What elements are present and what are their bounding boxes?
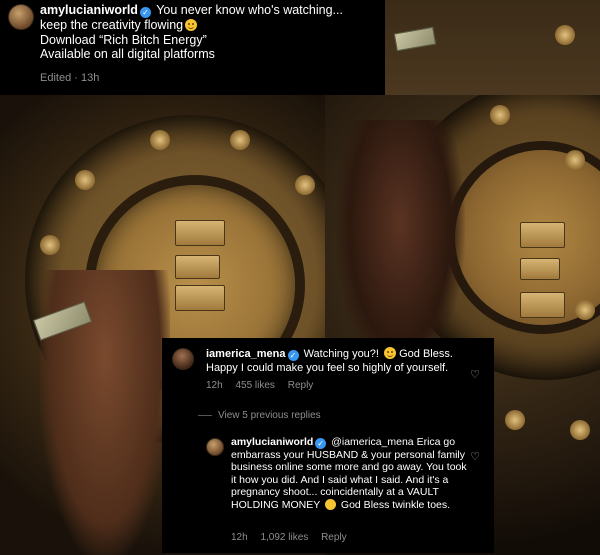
vault-bolt [570,420,590,440]
heart-icon[interactable]: ♡ [470,450,480,463]
vault-bolt [295,175,315,195]
vault-lock-plate [520,258,560,280]
cash-stack [393,26,437,52]
mention-link[interactable]: @iamerica_mena [331,436,413,448]
grinning-sweat-emoji-icon [384,347,397,359]
comment-meta: 12h 1,092 likes Reply [231,532,357,543]
reply-button[interactable]: Reply [288,380,314,391]
caption-line-1: You never know who's watching... [156,3,343,17]
comment-text: iamerica_mena ✓ Watching you?! God Bless.… [206,347,468,375]
verified-badge-icon: ✓ [315,438,327,449]
vault-bolt [555,25,575,45]
comment-text: amylucianiworld ✓ @iamerica_mena Erica go… [231,436,471,511]
vault-bolt [505,410,525,430]
caption-line-3: Download “Rich Bitch Energy” [40,32,207,47]
avatar[interactable] [206,438,224,456]
comment-likes[interactable]: 1,092 likes [260,532,308,543]
comment-time: 12h [231,532,248,543]
vault-bolt [565,150,585,170]
avatar[interactable] [172,348,194,370]
comment-text-part-1: Watching you?! [303,348,379,360]
caption-line-4: Available on all digital platforms [40,47,215,61]
caption-meta: Edited · 13h [40,72,100,84]
vault-lock-plate [520,292,565,318]
vault-lock-plate [520,222,565,248]
comment-text-part-2: God Bless twinkle toes. [340,498,451,511]
smiling-face-emoji-icon [185,19,198,31]
comments-panel: iamerica_mena ✓ Watching you?! God Bless.… [162,338,494,553]
vault-bolt [490,105,510,125]
vault-lock-plate [175,285,225,311]
caption-text: amylucianiworld ✓ You never know who's wa… [40,3,380,62]
comment-meta: 12h 455 likes Reply [206,380,323,391]
caption-username[interactable]: amylucianiworld [40,3,138,17]
verified-badge-icon: ✓ [139,7,151,18]
caption-line-2: keep the creativity flowing [40,18,184,32]
vault-lock-plate [175,255,220,279]
comment-username[interactable]: amylucianiworld [231,436,313,448]
vault-bolt [575,300,595,320]
avatar[interactable] [8,4,34,30]
heart-icon[interactable]: ♡ [470,368,480,381]
vault-bolt [75,170,95,190]
comment-time: 12h [206,380,223,391]
thinking-face-emoji-icon [325,498,336,510]
post-caption: amylucianiworld ✓ You never know who's wa… [0,0,385,95]
vault-bolt [150,130,170,150]
vault-bolt [230,130,250,150]
vault-bolt [40,235,60,255]
vault-lock-plate [175,220,225,246]
reply-button[interactable]: Reply [321,532,347,543]
vault-photo-top-strip [385,0,600,95]
comment-likes[interactable]: 455 likes [235,380,274,391]
view-previous-replies-link[interactable]: View 5 previous replies [218,410,321,421]
comment-username[interactable]: iamerica_mena [206,348,286,360]
verified-badge-icon: ✓ [287,350,299,361]
